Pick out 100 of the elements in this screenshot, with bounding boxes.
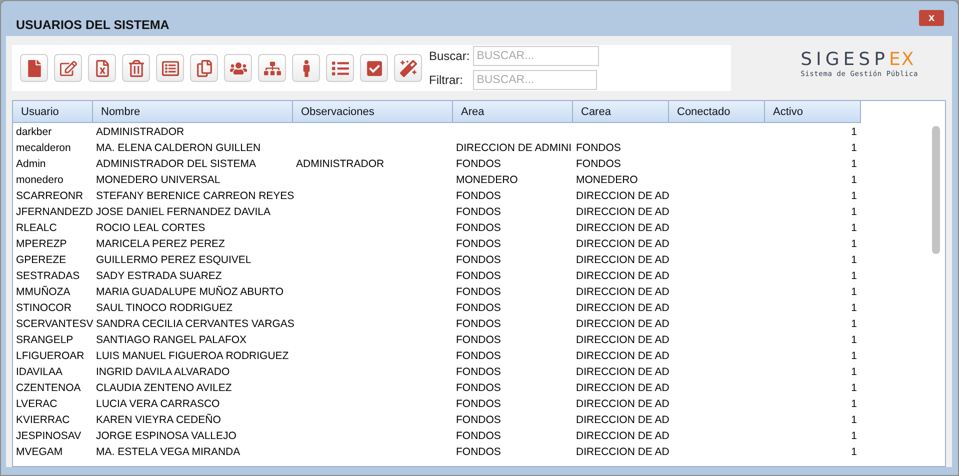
search-label: Buscar: xyxy=(429,49,470,63)
list-button[interactable] xyxy=(326,54,354,82)
table-cell-text: ADMINISTRADOR DEL SISTEMA xyxy=(95,158,256,170)
table-cell-text: FONDOS xyxy=(455,238,501,250)
table-cell-text: DIRECCION DE AD xyxy=(575,430,670,442)
table-cell-text: STINOCOR xyxy=(15,302,72,314)
table-cell-text: FONDOS xyxy=(455,286,501,298)
table-cell-text: DIRECCION DE AD xyxy=(575,222,670,234)
table-cell-text: FONDOS xyxy=(455,334,501,346)
table-cell-text: 1 xyxy=(850,382,857,394)
users-icon xyxy=(230,60,246,76)
table-cell-text: KVIERRAC xyxy=(15,414,70,426)
spreadsheet-file-icon xyxy=(94,60,110,76)
table-cell-text: GUILLERMO PEREZ ESQUIVEL xyxy=(95,254,252,266)
table-cell-text: 1 xyxy=(850,126,857,138)
table-cell-text: SADY ESTRADA SUAREZ xyxy=(95,270,222,282)
table-cell-text: DIRECCION DE AD xyxy=(575,350,670,362)
list-card-icon xyxy=(162,60,178,76)
table-cell-text: FONDOS xyxy=(455,318,501,330)
trash-icon xyxy=(128,60,144,76)
scrollbar-thumb[interactable] xyxy=(932,126,940,254)
table-cell-text: 1 xyxy=(850,142,857,154)
table-cell-text: KAREN VIEYRA CEDEÑO xyxy=(95,414,221,426)
table-cell-text: FONDOS xyxy=(455,270,501,282)
table-cell-text: MVEGAM xyxy=(15,446,63,458)
checkbox-icon xyxy=(366,60,382,76)
table-cell-text: STEFANY BERENICE CARREON REYES xyxy=(95,190,294,202)
edit-icon xyxy=(60,60,76,76)
table-cell-text: 1 xyxy=(850,222,857,234)
user-button[interactable] xyxy=(292,54,320,82)
table-cell-text: 1 xyxy=(850,270,857,282)
table-cell-text: 1 xyxy=(850,190,857,202)
table-cell-text: CLAUDIA ZENTENO AVILEZ xyxy=(95,382,232,394)
table-cell-text: JORGE ESPINOSA VALLEJO xyxy=(95,430,236,442)
table-cell-text: MONEDERO xyxy=(455,174,518,186)
table-cell-text: DIRECCION DE AD xyxy=(575,206,670,218)
delete-button[interactable] xyxy=(122,54,150,82)
table-cell-text: 1 xyxy=(850,206,857,218)
column-header[interactable]: Area xyxy=(453,101,573,123)
filter-field[interactable]: BUSCAR... xyxy=(472,70,597,90)
column-header[interactable]: Activo xyxy=(765,101,861,123)
table-cell-text: SRANGELP xyxy=(15,334,74,346)
table-cell-text: FONDOS xyxy=(455,190,501,202)
table-cell-text: 1 xyxy=(850,318,857,330)
table-cell-text: 1 xyxy=(850,398,857,410)
search-field[interactable]: BUSCAR... xyxy=(472,46,599,66)
table-cell-text: SANTIAGO RANGEL PALAFOX xyxy=(95,334,247,346)
table-cell-text: 1 xyxy=(850,174,857,186)
table-cell-text: 1 xyxy=(850,414,857,426)
copy-button[interactable] xyxy=(190,54,218,82)
table-cell-text: DIRECCION DE AD xyxy=(575,270,670,282)
table-cell-text: MONEDERO xyxy=(575,174,638,186)
table-cell-text: DIRECCION DE AD xyxy=(575,286,670,298)
users-button[interactable] xyxy=(224,54,252,82)
table-cell-text: LVERAC xyxy=(15,398,58,410)
column-header[interactable]: Usuario xyxy=(13,101,93,123)
export-button[interactable] xyxy=(88,54,116,82)
details-button[interactable] xyxy=(156,54,184,82)
copy-icon xyxy=(196,60,212,76)
column-header[interactable]: Conectado xyxy=(669,101,765,123)
filter-label: Filtrar: xyxy=(429,73,464,87)
table-cell-text: Admin xyxy=(15,158,46,170)
table-cell-text: 1 xyxy=(850,334,857,346)
table-cell-text: ADMINISTRADOR xyxy=(95,126,184,138)
table-cell-text: 1 xyxy=(850,302,857,314)
table-cell-text: ADMINISTRADOR xyxy=(295,158,384,170)
table-cell-text: LFIGUEROAR xyxy=(15,350,84,362)
magic-wand-icon xyxy=(400,60,416,76)
wizard-button[interactable] xyxy=(394,54,422,82)
table-cell-text: JOSE DANIEL FERNANDEZ DAVILA xyxy=(95,206,270,218)
table-cell-text: mecalderon xyxy=(15,142,71,154)
table-cell-text: SESTRADAS xyxy=(15,270,80,282)
table-cell-text: DIRECCION DE AD xyxy=(575,334,670,346)
table-cell-text: DIRECCION DE AD xyxy=(575,398,670,410)
hierarchy-button[interactable] xyxy=(258,54,286,82)
table-cell-text: CZENTENOA xyxy=(15,382,81,394)
edit-button[interactable] xyxy=(54,54,82,82)
hierarchy-icon xyxy=(264,60,280,76)
table-cell-text: SAUL TINOCO RODRIGUEZ xyxy=(95,302,233,314)
table-cell-text: FONDOS xyxy=(455,366,501,378)
column-header[interactable]: Nombre xyxy=(93,101,293,123)
table-cell-text: 1 xyxy=(850,238,857,250)
table-cell-text: RLEALC xyxy=(15,222,57,234)
table-cell-text: MARICELA PEREZ PEREZ xyxy=(95,238,225,250)
table-cell-text: monedero xyxy=(15,174,64,186)
table-cell-text: FONDOS xyxy=(575,158,621,170)
close-button[interactable]: x xyxy=(919,10,944,26)
table-cell-text: GPEREZE xyxy=(15,254,66,266)
new-button[interactable] xyxy=(20,54,48,82)
table-cell-text: ROCIO LEAL CORTES xyxy=(95,222,206,234)
table-cell-text: DIRECCION DE AD xyxy=(575,238,670,250)
table-cell-text: SCARREONR xyxy=(15,190,84,202)
table-cell-text: FONDOS xyxy=(455,350,501,362)
column-header[interactable]: Observaciones xyxy=(293,101,453,123)
table-cell-text: FONDOS xyxy=(455,414,501,426)
table-cell-text: FONDOS xyxy=(455,254,501,266)
table-cell-text: 1 xyxy=(850,430,857,442)
column-header[interactable]: Carea xyxy=(573,101,669,123)
table-cell-text: 1 xyxy=(850,286,857,298)
check-button[interactable] xyxy=(360,54,388,82)
